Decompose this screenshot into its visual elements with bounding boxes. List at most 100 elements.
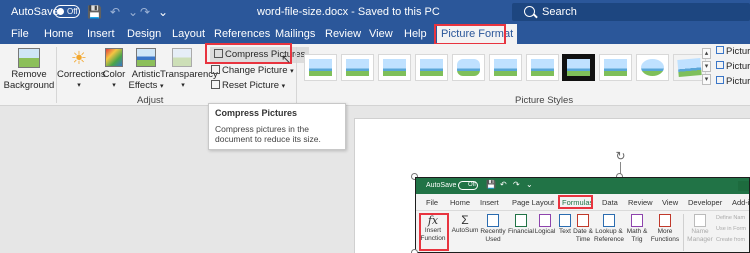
picture-style-4[interactable] [415,54,448,81]
picture-style-9[interactable] [599,54,632,81]
insert-function-highlight [419,213,449,251]
mouse-cursor-icon: ↖ [281,52,292,66]
search-box[interactable]: Search [512,3,750,21]
excel-autosum-button: Σ AutoSum [450,214,480,235]
embedded-excel-image[interactable]: AutoSave Off 💾 ↶ ↷ ⌄ File Home Insert Pa… [415,177,750,253]
picture-style-6[interactable] [489,54,522,81]
adjust-group-label: Adjust [137,95,164,106]
excel-search-box [738,181,749,191]
document-title: word-file-size.docx - Saved to this PC [257,6,440,18]
financial-book-icon [515,214,527,227]
excel-more-functions-button: More Functions [648,214,682,243]
excel-use-in-formula: Use in Form [716,226,746,232]
tab-references[interactable]: References [214,28,270,40]
chevron-down-icon: ▾ [281,83,286,90]
excel-tab-page-layout: Page Layout [512,198,555,207]
excel-math-label-1: Math & [626,228,648,235]
picture-style-3[interactable] [378,54,411,81]
corrections-button[interactable]: Corrections ▾ [57,69,106,91]
customize-quick-access-icon[interactable]: ⌄ [156,5,170,19]
search-icon [524,6,535,17]
excel-tab-developer: Developer [688,198,723,207]
picture-border-icon [716,46,724,54]
color-icon [105,48,123,67]
picture-style-7[interactable] [526,54,559,81]
styles-scroll-up-icon[interactable]: ▴ [702,48,711,59]
corrections-icon: ☀ [70,48,88,68]
artistic-effects-label-2: Effects [128,80,158,91]
picture-style-8[interactable] [562,54,595,81]
save-icon[interactable]: 💾 [87,5,102,19]
tab-layout[interactable]: Layout [172,28,205,40]
excel-undo-icon: ↶ [500,180,507,189]
picture-style-2[interactable] [341,54,374,81]
tab-design[interactable]: Design [127,28,161,40]
excel-math-trig-button: Math & Trig [624,214,650,243]
tab-file[interactable]: File [11,28,29,40]
excel-math-label-2: Trig [631,235,643,243]
picture-format-highlight [434,24,506,45]
picture-layout-button[interactable]: Pictur [716,76,750,87]
tab-view[interactable]: View [369,28,393,40]
transparency-button[interactable]: Transparency ▾ [160,69,218,91]
tab-review[interactable]: Review [325,28,361,40]
excel-more-label-2: Functions [650,235,680,243]
remove-background-label-2: Background [3,80,55,91]
tab-mailings[interactable]: Mailings [275,28,315,40]
chevron-down-icon: ▾ [112,82,116,89]
resize-handle-left[interactable] [411,249,418,253]
more-functions-book-icon [659,214,671,227]
styles-more-icon[interactable]: ▾ [702,74,711,85]
color-button[interactable]: Color ▾ [100,69,128,91]
reset-picture-button[interactable]: Reset Picture ▾ [211,80,285,91]
ribbon-tabs: File Home Insert Design Layout Reference… [0,24,750,44]
excel-autosave-toggle: Off [458,181,478,190]
picture-effects-button[interactable]: Pictur [716,61,750,72]
redo-icon[interactable]: ↷ [138,5,152,19]
logical-book-icon [539,214,551,227]
excel-recently-used-label-2: Used [485,235,501,243]
transparency-label: Transparency [160,69,218,80]
math-book-icon [631,214,643,227]
tab-insert[interactable]: Insert [87,28,115,40]
excel-save-icon: 💾 [486,180,496,189]
picture-style-10[interactable] [636,54,669,81]
excel-tab-file: File [426,198,439,207]
excel-name-manager-label-2: Manager [687,235,713,243]
chevron-down-icon: ▾ [290,68,294,75]
tab-help[interactable]: Help [404,28,427,40]
tab-home[interactable]: Home [44,28,73,40]
change-picture-label: Change Picture [222,65,288,76]
ribbon: Remove Background ☀ Corrections ▾ Color … [0,44,750,106]
excel-lookup-reference-button: Lookup & Reference [592,214,626,243]
picture-effects-label: Pictur [726,61,750,72]
title-bar: AutoSave Off 💾 ↶ ⌄ ↷ ⌄ word-file-size.do… [0,0,750,24]
lookup-book-icon [603,214,615,227]
color-label: Color [102,69,126,80]
remove-background-icon [18,48,40,68]
excel-name-manager-button: Name Manager [685,214,715,243]
remove-background-button[interactable]: Remove Background [3,69,55,91]
picture-style-1[interactable] [304,54,337,81]
separator [296,47,297,103]
sigma-icon: Σ [461,213,469,227]
excel-redo-icon: ↷ [513,180,520,189]
excel-separator [683,214,684,251]
excel-lookup-label-2: Reference [594,235,624,243]
change-picture-button[interactable]: Change Picture ▾ [211,65,294,76]
remove-background-label-1: Remove [11,69,47,80]
autosave-toggle[interactable]: Off [54,5,80,18]
tooltip-body: Compress pictures in the document to red… [215,124,321,144]
picture-layout-label: Pictur [726,76,750,87]
autosave-label: AutoSave [11,6,59,18]
word-window: AutoSave Off 💾 ↶ ⌄ ↷ ⌄ word-file-size.do… [0,0,750,253]
styles-scroll-down-icon[interactable]: ▾ [702,61,711,72]
undo-icon[interactable]: ↶ [108,5,122,19]
excel-tab-add-in: Add-in [732,198,750,207]
corrections-label: Corrections [57,69,106,80]
excel-autosave-label: AutoSave [426,182,457,189]
excel-customize-icon: ⌄ [526,180,533,189]
picture-style-5[interactable] [452,54,485,81]
picture-border-button[interactable]: Pictur [716,46,750,57]
excel-recently-used-button: Recently Used [478,214,508,243]
